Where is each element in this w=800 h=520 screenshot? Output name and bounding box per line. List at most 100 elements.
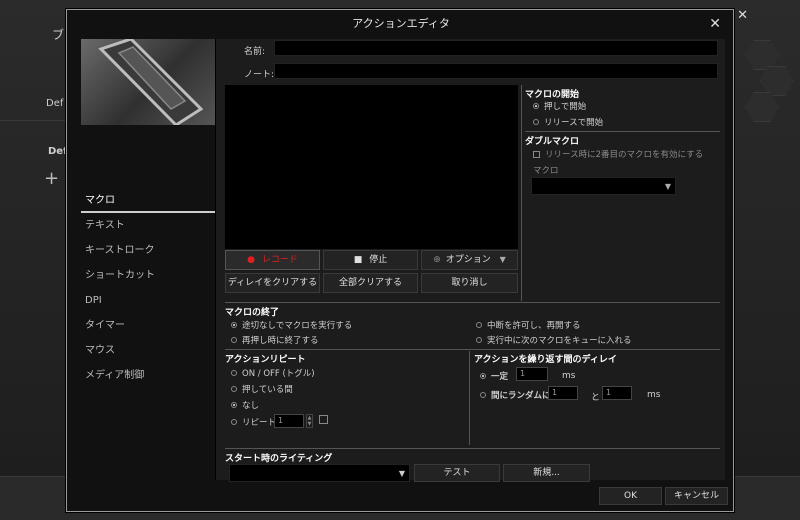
menu-item-macro[interactable]: マクロ xyxy=(81,188,215,213)
radio[interactable] xyxy=(476,322,482,328)
chevron-down-icon: ▼ xyxy=(398,469,405,478)
name-label: 名前: xyxy=(244,47,266,57)
option-label: 押している間 xyxy=(242,385,293,395)
divider xyxy=(225,349,720,350)
repeat-delay-random-option[interactable]: 間にランダムに xyxy=(480,389,551,401)
column-divider xyxy=(521,85,522,301)
column-divider xyxy=(469,351,470,445)
macro-end-option-run-through[interactable]: 途切なしでマクロを実行する xyxy=(231,319,352,331)
option-label: 再押し時に終了する xyxy=(242,336,319,346)
radio[interactable] xyxy=(231,386,237,392)
macro-end-heading: マクロの終了 xyxy=(225,308,280,318)
macro-end-option-allow-interrupt[interactable]: 中断を許可し、再開する xyxy=(476,319,581,331)
action-repeat-heading: アクションリピート xyxy=(225,355,306,365)
divider xyxy=(525,131,720,132)
radio[interactable] xyxy=(231,370,237,376)
repeat-option-none[interactable]: なし xyxy=(231,399,259,411)
record-button[interactable]: ● レコード xyxy=(225,250,320,270)
repeat-count-setting-icon[interactable] xyxy=(319,415,328,424)
undo-button[interactable]: 取り消し xyxy=(421,273,518,293)
radio[interactable] xyxy=(480,392,486,398)
repeat-option-count[interactable]: リピート xyxy=(231,416,276,428)
repeat-delay-heading: アクションを繰り返す間のディレイ xyxy=(474,355,617,365)
double-macro-label: マクロ xyxy=(533,166,559,176)
record-dot-icon: ● xyxy=(247,255,255,265)
option-label: リピート xyxy=(242,418,277,428)
background-title-fragment: ブ xyxy=(52,28,65,42)
fixed-delay-unit: ms xyxy=(562,371,576,381)
background-tab-fragment: Def xyxy=(48,146,68,157)
menu-item-mouse[interactable]: マウス xyxy=(81,338,215,363)
radio-selected[interactable] xyxy=(480,373,486,379)
action-type-menu: マクロ テキスト キーストローク ショートカット DPI タイマー マウス メデ… xyxy=(81,188,215,388)
fixed-delay-input[interactable]: 1 xyxy=(516,367,548,381)
stop-label: 停止 xyxy=(369,255,388,265)
background-dropdown-fragment: Def xyxy=(46,98,64,109)
double-macro-select[interactable]: ▼ xyxy=(531,177,676,195)
radio-selected[interactable] xyxy=(231,402,237,408)
divider xyxy=(225,448,720,449)
option-label: 一定 xyxy=(491,372,509,382)
record-label: レコード xyxy=(261,255,298,265)
option-label: 途切なしでマクロを実行する xyxy=(242,321,353,331)
lighting-new-button[interactable]: 新規... xyxy=(503,464,590,482)
radio[interactable] xyxy=(533,119,539,125)
option-label: 中断を許可し、再開する xyxy=(487,321,581,331)
double-macro-heading: ダブルマクロ xyxy=(525,137,580,147)
option-label: リリース時に2番目のマクロを有効にする xyxy=(545,150,704,160)
option-label: ON / OFF (トグル) xyxy=(242,369,315,379)
random-delay-to-input[interactable]: 1 xyxy=(602,386,632,400)
note-input[interactable] xyxy=(274,63,718,79)
menu-item-keystroke[interactable]: キーストローク xyxy=(81,238,215,263)
menu-item-dpi[interactable]: DPI xyxy=(81,288,215,313)
repeat-count-input[interactable]: 1 xyxy=(274,414,304,428)
repeat-option-while-pressed[interactable]: 押している間 xyxy=(231,383,293,395)
checkbox[interactable] xyxy=(533,150,540,158)
clear-delay-button[interactable]: ディレイをクリアする xyxy=(225,273,320,293)
option-label: 間にランダムに xyxy=(491,391,551,401)
repeat-delay-fixed-option[interactable]: 一定 xyxy=(480,370,508,382)
radio[interactable] xyxy=(476,337,482,343)
repeat-option-toggle[interactable]: ON / OFF (トグル) xyxy=(231,367,315,379)
note-label: ノート: xyxy=(244,70,275,80)
chevron-down-icon: ▼ xyxy=(664,182,671,191)
ok-button[interactable]: OK xyxy=(599,487,662,505)
cancel-button[interactable]: キャンセル xyxy=(665,487,728,505)
macro-panel: 名前: ノート: ● レコード ■ 停止 ⊕ オプション ▼ ディレイをクリアす… xyxy=(215,39,725,482)
options-label: オプション xyxy=(445,255,491,265)
background-close-icon[interactable]: ✕ xyxy=(737,8,748,23)
macro-start-release-option[interactable]: リリースで開始 xyxy=(533,116,603,128)
clear-all-button[interactable]: 全部クリアする xyxy=(323,273,418,293)
lighting-select[interactable]: ▼ xyxy=(229,464,410,482)
background-plus-icon[interactable]: + xyxy=(44,168,59,189)
random-delay-unit: ms xyxy=(647,390,661,400)
option-label: なし xyxy=(242,401,260,411)
close-icon[interactable]: ✕ xyxy=(709,16,721,32)
macro-start-press-option[interactable]: 押しで開始 xyxy=(533,100,586,112)
menu-item-timer[interactable]: タイマー xyxy=(81,313,215,338)
stop-button[interactable]: ■ 停止 xyxy=(323,250,418,270)
macro-end-option-queue[interactable]: 実行中に次のマクロをキューに入れる xyxy=(476,334,632,346)
menu-item-shortcut[interactable]: ショートカット xyxy=(81,263,215,288)
radio-selected[interactable] xyxy=(231,322,237,328)
chevron-down-icon: ▼ xyxy=(499,255,506,264)
radio[interactable] xyxy=(231,337,237,343)
enable-second-macro-option[interactable]: リリース時に2番目のマクロを有効にする xyxy=(533,148,703,160)
menu-item-media-control[interactable]: メディア制御 xyxy=(81,363,215,388)
option-label: 実行中に次のマクロをキューに入れる xyxy=(487,336,632,346)
repeat-count-spinner-icon[interactable]: ▲ ▼ xyxy=(306,414,313,428)
options-button[interactable]: ⊕ オプション ▼ xyxy=(421,250,518,270)
macro-event-list[interactable] xyxy=(225,85,518,249)
random-delay-from-input[interactable]: 1 xyxy=(548,386,578,400)
macro-end-option-repress-stop[interactable]: 再押し時に終了する xyxy=(231,334,319,346)
background-divider xyxy=(0,120,66,121)
lighting-test-button[interactable]: テスト xyxy=(414,464,500,482)
start-lighting-heading: スタート時のライティング xyxy=(225,454,333,464)
menu-item-text[interactable]: テキスト xyxy=(81,213,215,238)
device-thumbnail xyxy=(81,39,215,125)
stop-square-icon: ■ xyxy=(353,255,363,265)
name-input[interactable] xyxy=(274,40,718,56)
option-label: リリースで開始 xyxy=(544,118,604,128)
radio[interactable] xyxy=(231,419,237,425)
radio-selected[interactable] xyxy=(533,103,539,109)
